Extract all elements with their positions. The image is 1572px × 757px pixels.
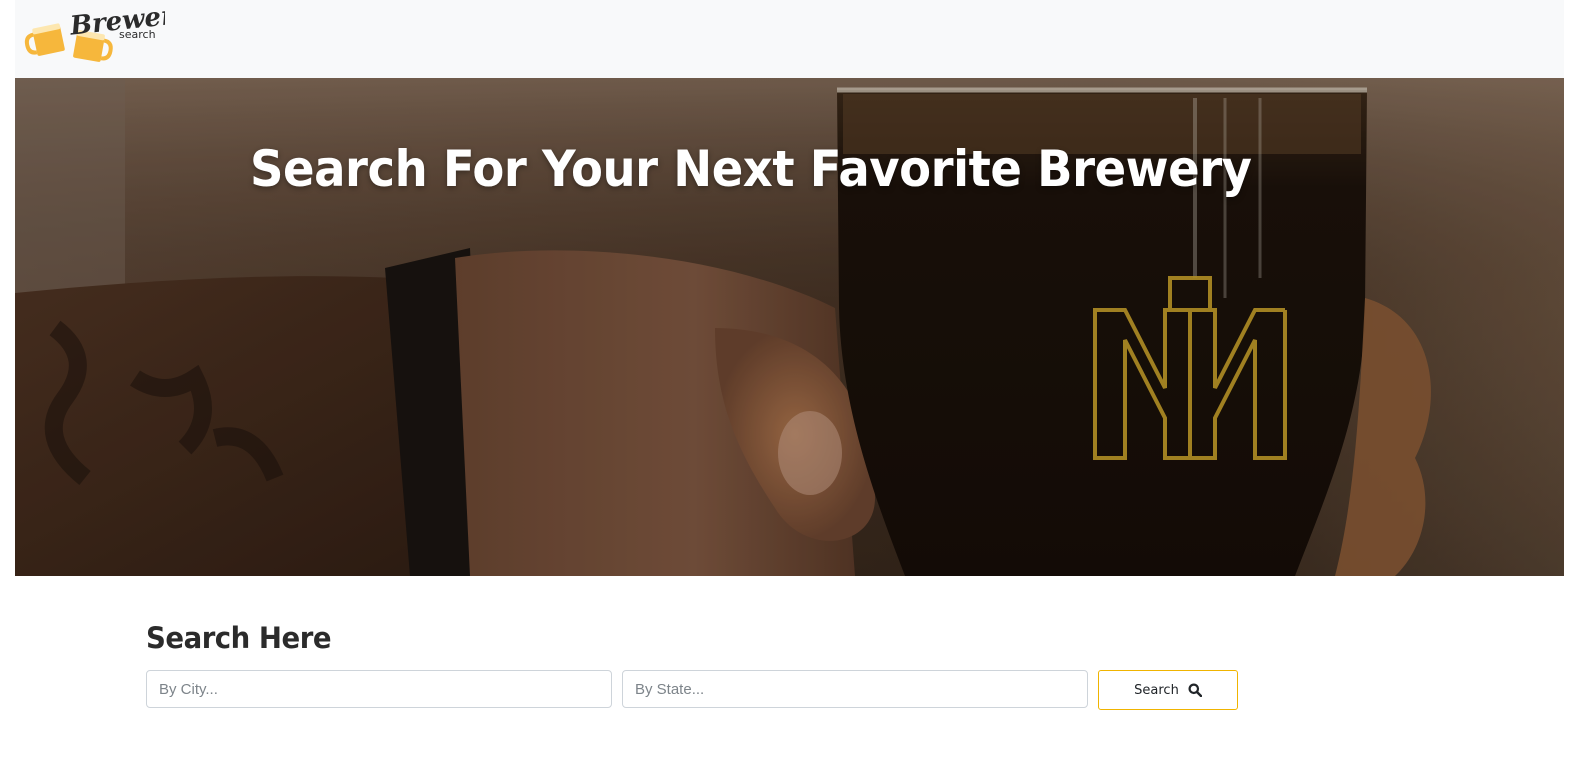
beer-mugs-icon: Brewery search — [24, 2, 165, 62]
hero-banner: Search For Your Next Favorite Brewery — [15, 78, 1564, 576]
page: Brewery search Search For Your Next Favo… — [0, 0, 1572, 757]
navbar — [15, 0, 1564, 78]
svg-text:search: search — [119, 28, 156, 41]
hero-title: Search For Your Next Favorite Brewery — [249, 140, 1252, 198]
search-button-label: Search — [1134, 682, 1179, 698]
search-button[interactable]: Search — [1098, 670, 1238, 710]
magnifier-icon — [1188, 683, 1202, 697]
state-search-input[interactable] — [622, 670, 1088, 708]
city-search-input[interactable] — [146, 670, 612, 708]
brand-logo[interactable]: Brewery search — [15, 2, 165, 68]
search-heading: Search Here — [146, 621, 332, 655]
